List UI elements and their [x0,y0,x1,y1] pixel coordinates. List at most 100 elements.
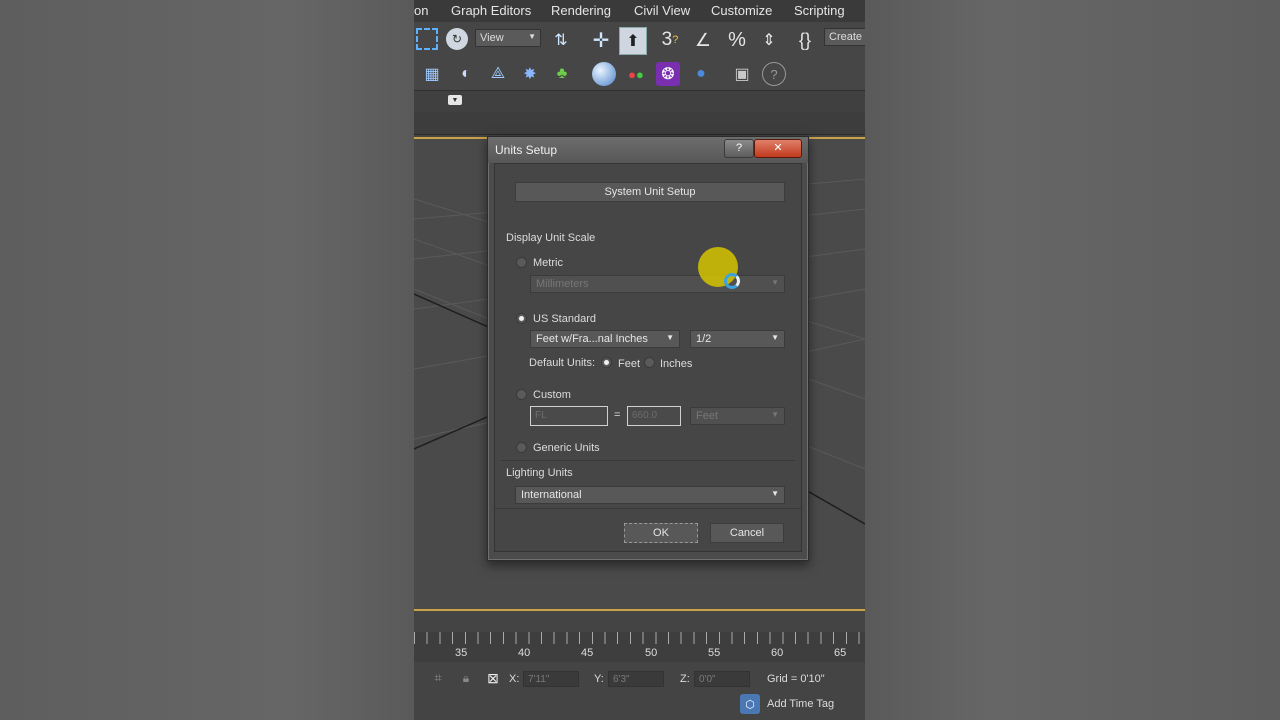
menu-item-truncated[interactable]: on [414,3,428,18]
timeline-number: 55 [708,647,721,659]
timeline-ticks [414,632,865,644]
layer-explorer-icon[interactable]: ✸ [518,62,542,86]
render-frame-icon[interactable]: ● [689,62,713,86]
custom-name-field[interactable]: FL [530,406,608,426]
custom-unit-value: Feet [696,410,719,422]
menu-item-customize[interactable]: Customize [711,3,772,18]
select-link-icon[interactable]: ↻ [446,28,468,50]
named-selection-icon[interactable]: {} [792,27,818,53]
create-selection-field[interactable]: Create [824,28,865,46]
us-standard-label: US Standard [533,313,596,325]
default-feet-radio[interactable] [601,357,612,368]
ribbon-strip: ▼ [414,90,865,113]
default-units-label: Default Units: [529,357,596,369]
dialog-body: System Unit Setup Display Unit Scale Met… [494,163,802,552]
help-button[interactable]: ? [724,139,754,158]
custom-radio[interactable] [516,389,527,400]
units-setup-dialog: Units Setup ? ✕ System Unit Setup Displa… [487,136,809,561]
metric-label: Metric [533,257,563,269]
dialog-title-bar[interactable]: Units Setup ? ✕ [488,137,808,163]
select-manipulate-icon[interactable]: ⬆ [619,27,647,55]
menu-item-graph-editors[interactable]: Graph Editors [451,3,531,18]
chevron-down-icon: ▼ [528,32,536,41]
menu-item-civil-view[interactable]: Civil View [634,3,690,18]
us-unit-dropdown[interactable]: Feet w/Fra...nal Inches ▼ [530,330,680,348]
render-production-icon[interactable]: ▣ [730,62,754,86]
lighting-units-dropdown[interactable]: International ▼ [515,486,785,504]
ok-button[interactable]: OK [624,523,698,543]
timeline-number: 40 [518,647,531,659]
spinner-snap-icon[interactable]: ⇕ [756,27,782,53]
material-editor-icon[interactable] [592,62,616,86]
x-coordinate-field[interactable]: 7'11" [523,671,579,687]
timeline-number: 65 [834,647,847,659]
angle-snap-icon[interactable]: ∠ [690,27,716,53]
viewport-header [414,112,865,135]
graphite-tools-icon[interactable]: ♣ [550,62,574,86]
slate-material-icon[interactable]: ● ● [624,62,648,86]
snap-3d-icon[interactable]: 3? [657,27,683,53]
main-toolbar: ↻ View ▼ ⇅ ✛ ⬆ 3? ∠ % ⇕ {} Create [414,22,865,58]
status-bar: ⌗ 🔒︎ ⊠ X: 7'11" Y: 6'3" Z: 0'0" Grid = 0… [414,662,865,720]
x-label: X: [509,673,520,685]
chevron-down-icon: ▼ [666,333,674,342]
timeline-ruler[interactable]: 35 40 45 50 55 60 65 [414,632,865,662]
normal-align-icon[interactable]: ⟁ [486,62,510,86]
menu-item-scripting[interactable]: Scripting [794,3,845,18]
metric-unit-value: Millimeters [536,278,589,290]
percent-snap-icon[interactable]: % [724,27,750,53]
cancel-button[interactable]: Cancel [710,523,784,543]
add-time-tag-label[interactable]: Add Time Tag [767,698,834,710]
fraction-value: 1/2 [696,333,712,345]
help-icon[interactable]: ? [762,62,786,86]
busy-cursor-icon [724,273,740,289]
move-icon[interactable]: ✛ [588,27,614,53]
create-selection-label: Create [829,31,863,43]
custom-equals: = [614,409,621,421]
select-region-icon[interactable] [416,28,438,50]
custom-unit-dropdown[interactable]: Feet ▼ [690,407,785,425]
metric-radio[interactable] [516,257,527,268]
view-dropdown[interactable]: View ▼ [475,29,541,47]
dialog-title: Units Setup [495,143,558,157]
chevron-down-icon: ▼ [771,278,779,287]
custom-amount-field[interactable]: 660.0 [627,406,681,426]
transform-mode-icon[interactable]: ⊠ [485,670,501,686]
z-label: Z: [680,673,690,685]
pivot-icon[interactable]: ⇅ [548,27,574,53]
generic-units-radio[interactable] [516,442,527,453]
y-label: Y: [594,673,604,685]
metric-unit-dropdown[interactable]: Millimeters ▼ [530,275,785,293]
default-inches-label: Inches [660,358,693,370]
mirror-icon[interactable]: ▦ [420,62,444,86]
generic-units-label: Generic Units [533,442,600,454]
lock-icon[interactable]: 🔒︎ [458,670,474,686]
lighting-units-value: International [521,489,582,501]
chevron-down-icon: ▼ [771,489,779,498]
default-feet-label: Feet [618,358,641,370]
view-dropdown-label: View [480,32,504,44]
y-coordinate-field[interactable]: 6'3" [608,671,664,687]
align-icon[interactable]: ◐ [454,62,478,86]
menu-item-rendering[interactable]: Rendering [551,3,611,18]
close-icon: ✕ [773,142,783,154]
system-unit-setup-button[interactable]: System Unit Setup [515,182,785,202]
lighting-units-heading: Lighting Units [506,467,573,479]
default-inches-radio[interactable] [644,357,655,368]
ribbon-toggle-icon[interactable]: ▼ [448,95,462,105]
chevron-down-icon: ▼ [771,333,779,342]
z-coordinate-field[interactable]: 0'0" [694,671,750,687]
close-button[interactable]: ✕ [754,139,802,158]
isolate-selection-icon[interactable]: ⌗ [430,670,446,686]
fraction-dropdown[interactable]: 1/2 ▼ [690,330,785,348]
timeline-number: 50 [645,647,658,659]
right-background [865,0,1280,720]
timeline-number: 35 [455,647,468,659]
us-standard-radio[interactable] [516,313,527,324]
timeline-number: 60 [771,647,784,659]
help-glyph: ? [735,142,743,154]
divider [495,508,801,509]
render-setup-icon[interactable]: ❂ [656,62,680,86]
secondary-toolbar: ▦ ◐ ⟁ ✸ ♣ ● ● ❂ ● ▣ ? [414,58,865,90]
time-tag-icon[interactable]: ⬡ [740,694,760,714]
